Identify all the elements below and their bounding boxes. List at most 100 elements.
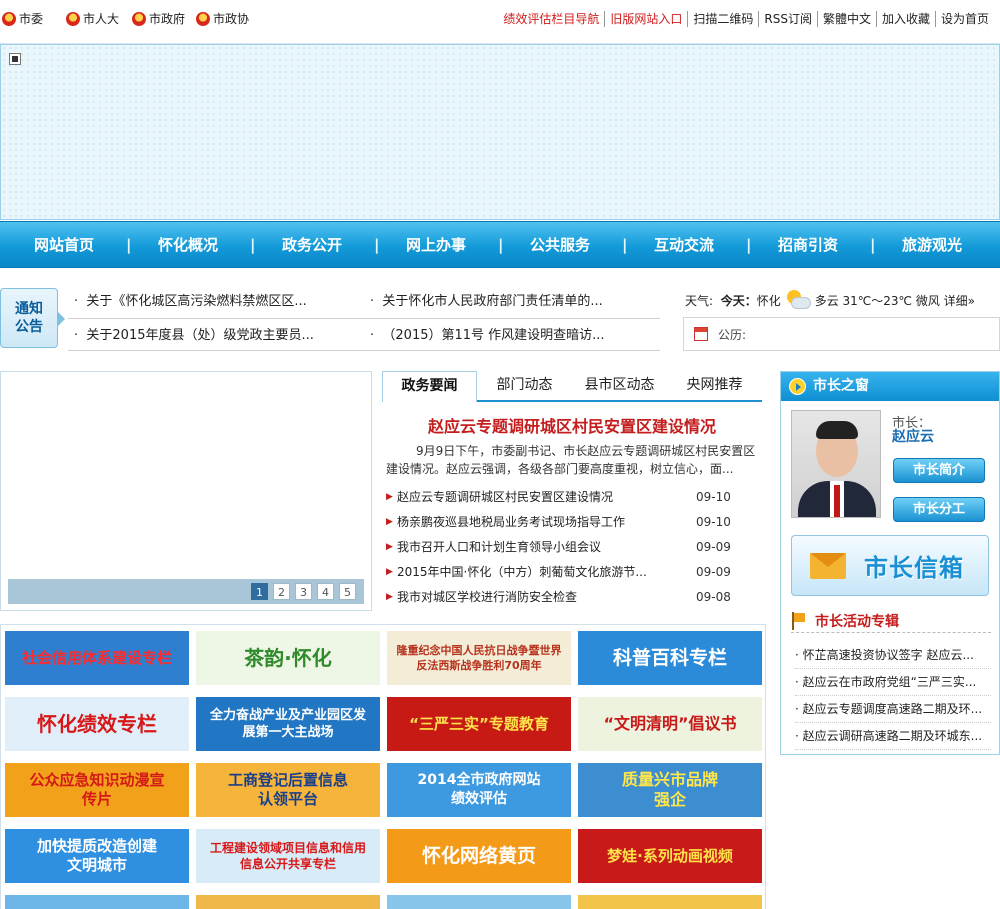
link-add-favorite[interactable]: 加入收藏	[875, 11, 935, 27]
slide-page-2[interactable]: 2	[273, 583, 290, 600]
slide-page-4[interactable]: 4	[317, 583, 334, 600]
notice-item[interactable]: · 关于《怀化城区高污染燃料禁燃区区...	[74, 293, 307, 311]
link-peoples-congress[interactable]: 市人大	[66, 11, 119, 27]
link-traditional-chinese[interactable]: 繁體中文	[816, 11, 876, 27]
divider	[68, 350, 660, 351]
nav-online-services[interactable]: 网上办事	[406, 234, 466, 255]
nav-tourism[interactable]: 旅游观光	[902, 234, 962, 255]
nav-separator: |	[498, 235, 504, 254]
news-summary: 9月9日下午，市委副书记、市长赵应云专题调研城区村民安置区建设情况。赵应云强调，…	[386, 444, 756, 476]
news-item[interactable]: ▶ 赵应云专题调研城区村民安置区建设情况 09-10	[386, 485, 756, 510]
mayor-mailbox-button[interactable]: 市长信箱	[791, 535, 989, 596]
bullet-arrow-icon: ▶	[386, 567, 393, 577]
bullet: ·	[370, 328, 375, 343]
news-item-date: 09-10	[696, 515, 731, 529]
promo-banner[interactable]	[5, 895, 189, 909]
news-item-title: 杨亲鹏夜巡县地税局业务考试现场指导工作	[397, 515, 626, 529]
promo-three-stricts[interactable]: “三严三实”专题教育	[387, 697, 571, 751]
promo-business-registration[interactable]: 工商登记后置信息认领平台	[196, 763, 380, 817]
promo-yellow-pages[interactable]: 怀化网络黄页	[387, 829, 571, 883]
tab-central-recommend[interactable]: 央网推荐	[667, 371, 762, 400]
promo-website-evaluation[interactable]: 2014全市政府网站绩效评估	[387, 763, 571, 817]
nav-separator: |	[250, 235, 256, 254]
notice-item[interactable]: · 关于怀化市人民政府部门责任清单的...	[370, 293, 603, 311]
news-headline[interactable]: 赵应云专题调研城区村民安置区建设情况	[382, 413, 762, 437]
promo-banner[interactable]	[387, 895, 571, 909]
nav-interaction[interactable]: 互动交流	[654, 234, 714, 255]
nav-home[interactable]: 网站首页	[34, 234, 94, 255]
notice-text: 关于《怀化城区高污染燃料禁燃区区...	[86, 294, 307, 309]
link-rss[interactable]: RSS订阅	[758, 11, 817, 27]
news-item-date: 09-10	[696, 490, 731, 504]
link-old-site[interactable]: 旧版网站入口	[604, 11, 687, 27]
top-bar: 市委 市人大 市政府 市政协 绩效评估栏目导航 旧版网站入口 扫描二维码 RSS…	[0, 0, 1000, 44]
bullet: ·	[370, 294, 375, 309]
link-performance-nav[interactable]: 绩效评估栏目导航	[498, 11, 604, 27]
promo-civilized-qingming[interactable]: “文明清明”倡议书	[578, 697, 762, 751]
mayor-window: 市长之窗 市长： 赵应云 市长简介 市长分工 市长信箱 市长活动专辑 · 怀芷高…	[780, 371, 1000, 755]
promo-anniversary[interactable]: 隆重纪念中国人民抗日战争暨世界反法西斯战争胜利70周年	[387, 631, 571, 685]
news-item[interactable]: ▶ 2015年中国·怀化（中方）刺葡萄文化旅游节... 09-09	[386, 560, 756, 585]
main-nav: 网站首页 | 怀化概况 | 政务公开 | 网上办事 | 公共服务 | 互动交流 …	[0, 221, 1000, 268]
promo-science[interactable]: 科普百科专栏	[578, 631, 762, 685]
partly-cloudy-icon	[785, 290, 811, 310]
mayor-duties-button[interactable]: 市长分工	[893, 497, 985, 522]
nav-gov-affairs[interactable]: 政务公开	[282, 234, 342, 255]
photo-slideshow[interactable]: 1 2 3 4 5	[0, 371, 372, 611]
weather-city: 怀化	[756, 293, 781, 308]
link-cppcc[interactable]: 市政协	[196, 11, 249, 27]
flash-placeholder-icon	[9, 53, 21, 65]
news-item[interactable]: ▶ 我市对城区学校进行消防安全检查 09-08	[386, 585, 756, 610]
promo-quality-brand[interactable]: 质量兴市品牌强企	[578, 763, 762, 817]
link-label: 市政协	[213, 12, 250, 26]
notice-item[interactable]: · 关于2015年度县（处）级党政主要员...	[74, 327, 314, 345]
activity-text: 赵应云调研高速路二期及环城东...	[802, 729, 983, 743]
mayor-activity-item[interactable]: · 赵应云调研高速路二期及环城东...	[795, 723, 991, 750]
mayor-profile-button[interactable]: 市长简介	[893, 458, 985, 483]
weather-today-label: 今天：	[720, 293, 757, 308]
bullet-arrow-icon: ▶	[386, 492, 393, 502]
notice-item[interactable]: · （2015）第11号 作风建设明查暗访...	[370, 327, 605, 345]
promo-performance[interactable]: 怀化绩效专栏	[5, 697, 189, 751]
link-qr-code[interactable]: 扫描二维码	[687, 11, 758, 27]
bullet: ·	[74, 294, 79, 309]
promo-project-info[interactable]: 工程建设领域项目信息和信用信息公开共享专栏	[196, 829, 380, 883]
weather-detail-link[interactable]: 详细»	[944, 292, 975, 309]
mayor-activity-item[interactable]: · 赵应云在市政府党组“三严三实...	[795, 669, 991, 696]
link-label: 市政府	[149, 12, 186, 26]
mayor-portrait[interactable]	[791, 410, 881, 518]
promo-banner[interactable]	[578, 895, 762, 909]
promo-credit-system[interactable]: 社会信用体系建设专栏	[5, 631, 189, 685]
promo-industry-park[interactable]: 全力奋战产业及产业园区发展第一大主战场	[196, 697, 380, 751]
promo-emergency-knowledge[interactable]: 公众应急知识动漫宣传片	[5, 763, 189, 817]
slide-page-3[interactable]: 3	[295, 583, 312, 600]
nav-public-services[interactable]: 公共服务	[530, 234, 590, 255]
promo-tea-huaihua[interactable]: 茶韵·怀化	[196, 631, 380, 685]
slide-page-1[interactable]: 1	[251, 583, 268, 600]
link-government[interactable]: 市政府	[132, 11, 185, 27]
promo-dream-doll-video[interactable]: 梦娃·系列动画视频	[578, 829, 762, 883]
bullet: ·	[74, 328, 79, 343]
mayor-activity-title: 市长活动专辑	[815, 613, 899, 630]
tab-gov-news[interactable]: 政务要闻	[382, 371, 477, 402]
mayor-activity-item[interactable]: · 赵应云专题调度高速路二期及环...	[795, 696, 991, 723]
nav-overview[interactable]: 怀化概况	[158, 234, 218, 255]
bullet: ·	[795, 702, 799, 716]
tab-county-news[interactable]: 县市区动态	[572, 371, 667, 400]
promo-banner[interactable]	[196, 895, 380, 909]
nav-separator: |	[746, 235, 752, 254]
mayor-name[interactable]: 赵应云	[892, 430, 934, 445]
news-item[interactable]: ▶ 杨亲鹏夜巡县地税局业务考试现场指导工作 09-10	[386, 510, 756, 535]
top-right-nav: 绩效评估栏目导航 旧版网站入口 扫描二维码 RSS订阅 繁體中文 加入收藏 设为…	[498, 11, 994, 27]
play-circle-icon	[789, 378, 806, 395]
news-item[interactable]: ▶ 我市召开人口和计划生育领导小组会议 09-09	[386, 535, 756, 560]
promo-civilized-city[interactable]: 加快提质改造创建文明城市	[5, 829, 189, 883]
party-emblem-icon	[2, 12, 16, 26]
tab-department-news[interactable]: 部门动态	[477, 371, 572, 400]
link-set-homepage[interactable]: 设为首页	[934, 11, 994, 27]
slide-page-5[interactable]: 5	[339, 583, 356, 600]
mayor-activity-item[interactable]: · 怀芷高速投资协议签字 赵应云...	[795, 642, 991, 669]
link-label: 市委	[19, 12, 44, 26]
nav-investment[interactable]: 招商引资	[778, 234, 838, 255]
link-party-committee[interactable]: 市委	[2, 11, 43, 27]
